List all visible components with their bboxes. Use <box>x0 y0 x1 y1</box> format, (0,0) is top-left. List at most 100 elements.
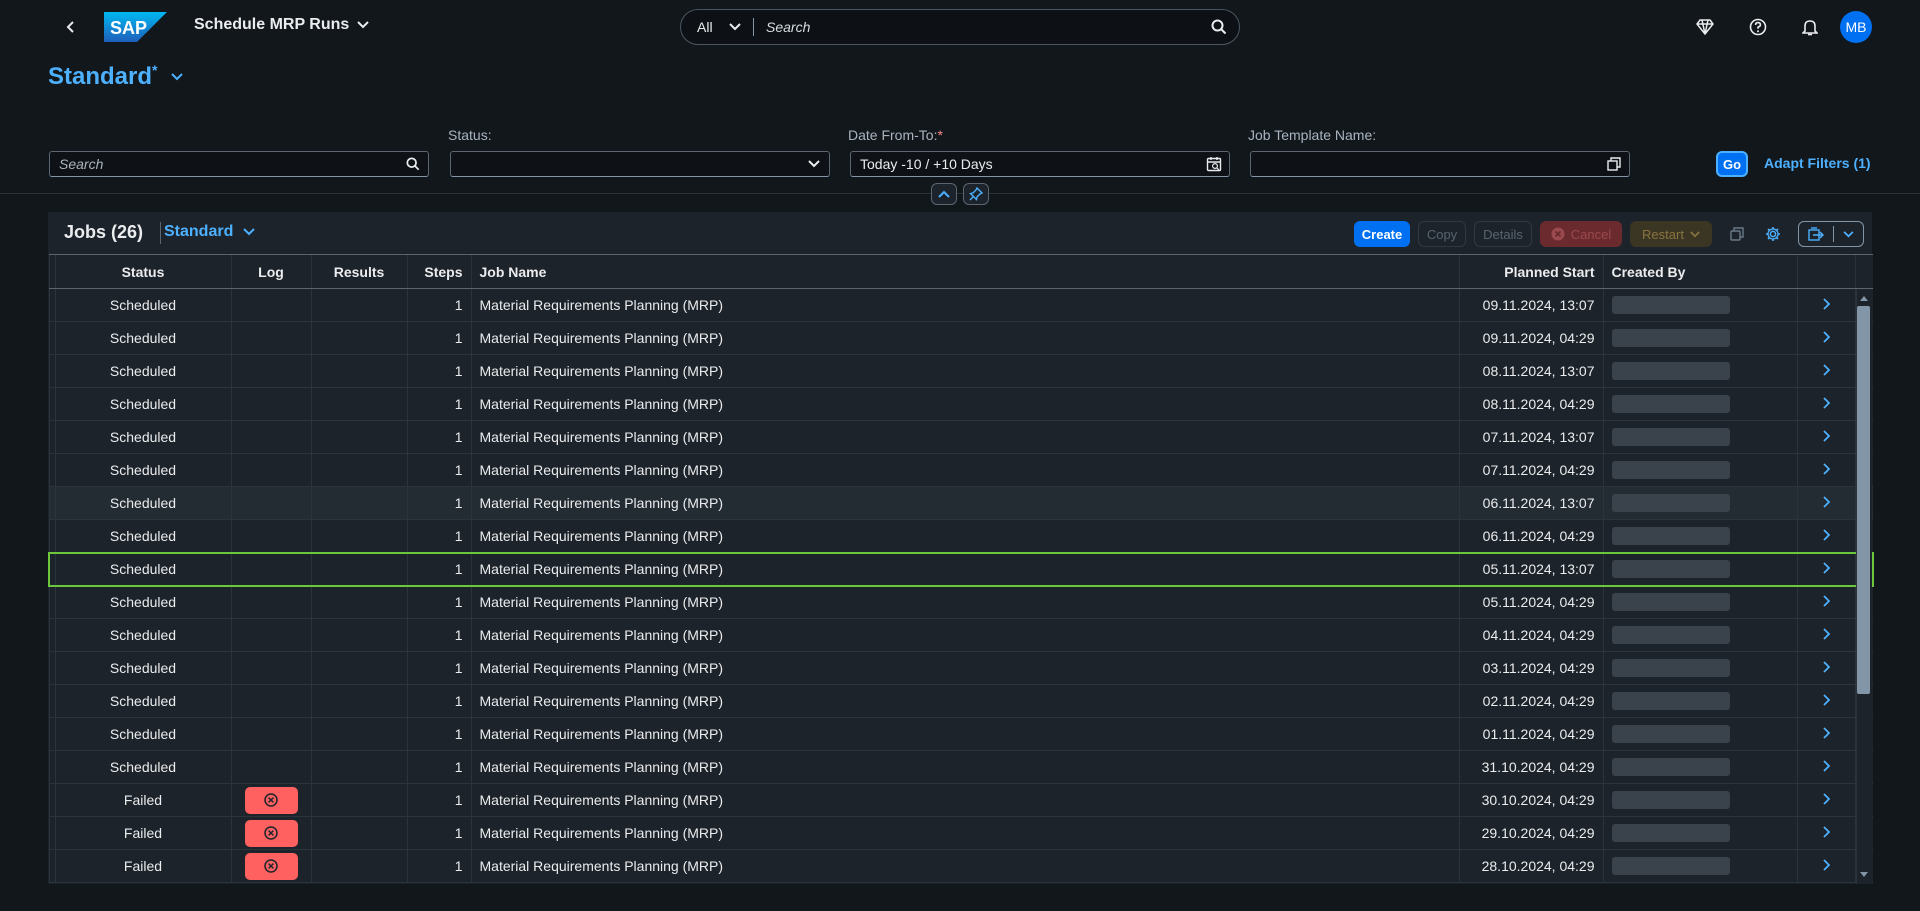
shell-search-input[interactable]: Search <box>754 19 1199 35</box>
scrollbar-thumb[interactable] <box>1857 306 1870 694</box>
job-name-cell: Material Requirements Planning (MRP) <box>470 551 1459 587</box>
template-filter-input[interactable] <box>1250 151 1630 177</box>
job-name-cell: Material Requirements Planning (MRP) <box>470 321 1459 355</box>
job-name-cell: Material Requirements Planning (MRP) <box>470 618 1459 652</box>
row-navigation[interactable] <box>1796 519 1855 553</box>
chevron-down-icon[interactable] <box>805 155 823 173</box>
back-button[interactable] <box>58 14 84 40</box>
column-header-planned-start[interactable]: Planned Start <box>1458 254 1603 289</box>
column-header-steps[interactable]: Steps <box>406 254 471 289</box>
search-scope-select[interactable]: All <box>681 19 753 35</box>
job-name-cell: Material Requirements Planning (MRP) <box>470 750 1459 784</box>
row-navigation[interactable] <box>1796 849 1855 883</box>
shell-bar: SAP Schedule MRP Runs All Search MB <box>0 0 1920 54</box>
column-header-created-by[interactable]: Created By <box>1602 254 1797 289</box>
row-navigation[interactable] <box>1796 551 1855 587</box>
results-cell <box>310 453 407 487</box>
variant-management[interactable]: Standard* <box>48 62 184 91</box>
table-row[interactable]: Scheduled 1 Material Requirements Planning… <box>48 651 1873 685</box>
restart-button[interactable]: Restart <box>1630 221 1712 247</box>
row-navigation[interactable] <box>1796 717 1855 751</box>
log-cell <box>230 354 311 388</box>
error-circle-icon[interactable] <box>244 786 298 814</box>
row-navigation[interactable] <box>1796 420 1855 454</box>
created-by-cell <box>1602 486 1797 520</box>
export-button[interactable] <box>1798 221 1864 247</box>
scroll-up-icon[interactable] <box>1858 292 1870 304</box>
table-row[interactable]: Scheduled 1 Material Requirements Planning… <box>48 486 1873 520</box>
table-row[interactable]: Scheduled 1 Material Requirements Planning… <box>48 321 1873 355</box>
copy-button[interactable]: Copy <box>1418 221 1466 247</box>
row-navigation[interactable] <box>1796 453 1855 487</box>
pin-header-button[interactable] <box>963 183 989 205</box>
app-title-menu[interactable]: Schedule MRP Runs <box>194 16 370 34</box>
table-row[interactable]: Scheduled 1 Material Requirements Planning… <box>48 618 1873 652</box>
row-navigation[interactable] <box>1796 618 1855 652</box>
chevron-right-icon <box>1823 364 1831 376</box>
chevron-left-icon <box>66 21 74 33</box>
planned-start-cell: 30.10.2024, 04:29 <box>1458 783 1603 817</box>
date-range-field[interactable]: Today -10 / +10 Days <box>850 151 1230 177</box>
copy-icon[interactable] <box>1724 221 1750 247</box>
job-name-cell: Material Requirements Planning (MRP) <box>470 684 1459 718</box>
diamond-icon[interactable] <box>1692 14 1718 40</box>
row-navigation[interactable] <box>1796 651 1855 685</box>
created-by-cell <box>1602 519 1797 553</box>
table-row[interactable]: Scheduled 1 Material Requirements Planning… <box>48 717 1873 751</box>
search-icon[interactable] <box>1199 19 1239 35</box>
scroll-down-icon[interactable] <box>1858 868 1870 880</box>
planned-start-cell: 08.11.2024, 13:07 <box>1458 354 1603 388</box>
table-row[interactable]: Scheduled 1 Material Requirements Planning… <box>48 420 1873 454</box>
row-navigation[interactable] <box>1796 321 1855 355</box>
table-row[interactable]: Scheduled 1 Material Requirements Planning… <box>48 585 1873 619</box>
column-header-status[interactable]: Status <box>54 254 231 289</box>
search-icon[interactable] <box>404 155 422 173</box>
value-help-icon[interactable] <box>1605 155 1623 173</box>
row-navigation[interactable] <box>1796 816 1855 850</box>
table-row[interactable]: Failed 1 Material Requirements Planning (M… <box>48 783 1873 817</box>
table-row[interactable]: Failed 1 Material Requirements Planning (M… <box>48 816 1873 850</box>
create-button[interactable]: Create <box>1354 221 1410 247</box>
table-variant-select[interactable]: Standard <box>164 223 256 241</box>
error-circle-icon[interactable] <box>244 852 298 880</box>
chevron-down-icon <box>171 72 184 80</box>
error-circle-icon[interactable] <box>244 819 298 847</box>
row-navigation[interactable] <box>1796 354 1855 388</box>
filter-search-input[interactable]: Search <box>49 151 429 177</box>
table-row[interactable]: Scheduled 1 Material Requirements Planning… <box>48 519 1873 553</box>
row-navigation[interactable] <box>1796 684 1855 718</box>
table-row[interactable]: Scheduled 1 Material Requirements Planning… <box>48 684 1873 718</box>
created-by-cell <box>1602 420 1797 454</box>
help-icon[interactable] <box>1745 14 1771 40</box>
calendar-icon[interactable] <box>1205 155 1223 173</box>
collapse-header-button[interactable] <box>931 183 957 205</box>
go-button[interactable]: Go <box>1716 151 1748 177</box>
row-navigation[interactable] <box>1796 585 1855 619</box>
avatar[interactable]: MB <box>1840 11 1872 43</box>
sap-logo[interactable]: SAP <box>104 12 167 42</box>
table-row[interactable]: Scheduled 1 Material Requirements Planning… <box>48 288 1873 322</box>
table-row[interactable]: Failed 1 Material Requirements Planning (M… <box>48 849 1873 883</box>
adapt-filters-button[interactable]: Adapt Filters (1) <box>1764 155 1871 171</box>
bell-icon[interactable] <box>1797 14 1823 40</box>
column-header-log[interactable]: Log <box>230 254 311 289</box>
details-button[interactable]: Details <box>1474 221 1532 247</box>
column-header-job-name[interactable]: Job Name <box>470 254 1459 289</box>
table-row[interactable]: Scheduled 1 Material Requirements Planning… <box>48 551 1874 587</box>
chevron-down-icon[interactable] <box>1834 230 1863 238</box>
table-row[interactable]: Scheduled 1 Material Requirements Planning… <box>48 387 1873 421</box>
gear-icon[interactable] <box>1760 221 1786 247</box>
cancel-button[interactable]: Cancel <box>1540 221 1622 247</box>
row-navigation[interactable] <box>1796 783 1855 817</box>
row-navigation[interactable] <box>1796 288 1855 322</box>
status-filter-select[interactable] <box>450 151 830 177</box>
chevron-right-icon <box>1823 562 1831 574</box>
table-row[interactable]: Scheduled 1 Material Requirements Planning… <box>48 354 1873 388</box>
row-navigation[interactable] <box>1796 750 1855 784</box>
table-row[interactable]: Scheduled 1 Material Requirements Planning… <box>48 750 1873 784</box>
redacted-user <box>1611 329 1730 348</box>
row-navigation[interactable] <box>1796 486 1855 520</box>
column-header-results[interactable]: Results <box>310 254 407 289</box>
table-row[interactable]: Scheduled 1 Material Requirements Planning… <box>48 453 1873 487</box>
row-navigation[interactable] <box>1796 387 1855 421</box>
